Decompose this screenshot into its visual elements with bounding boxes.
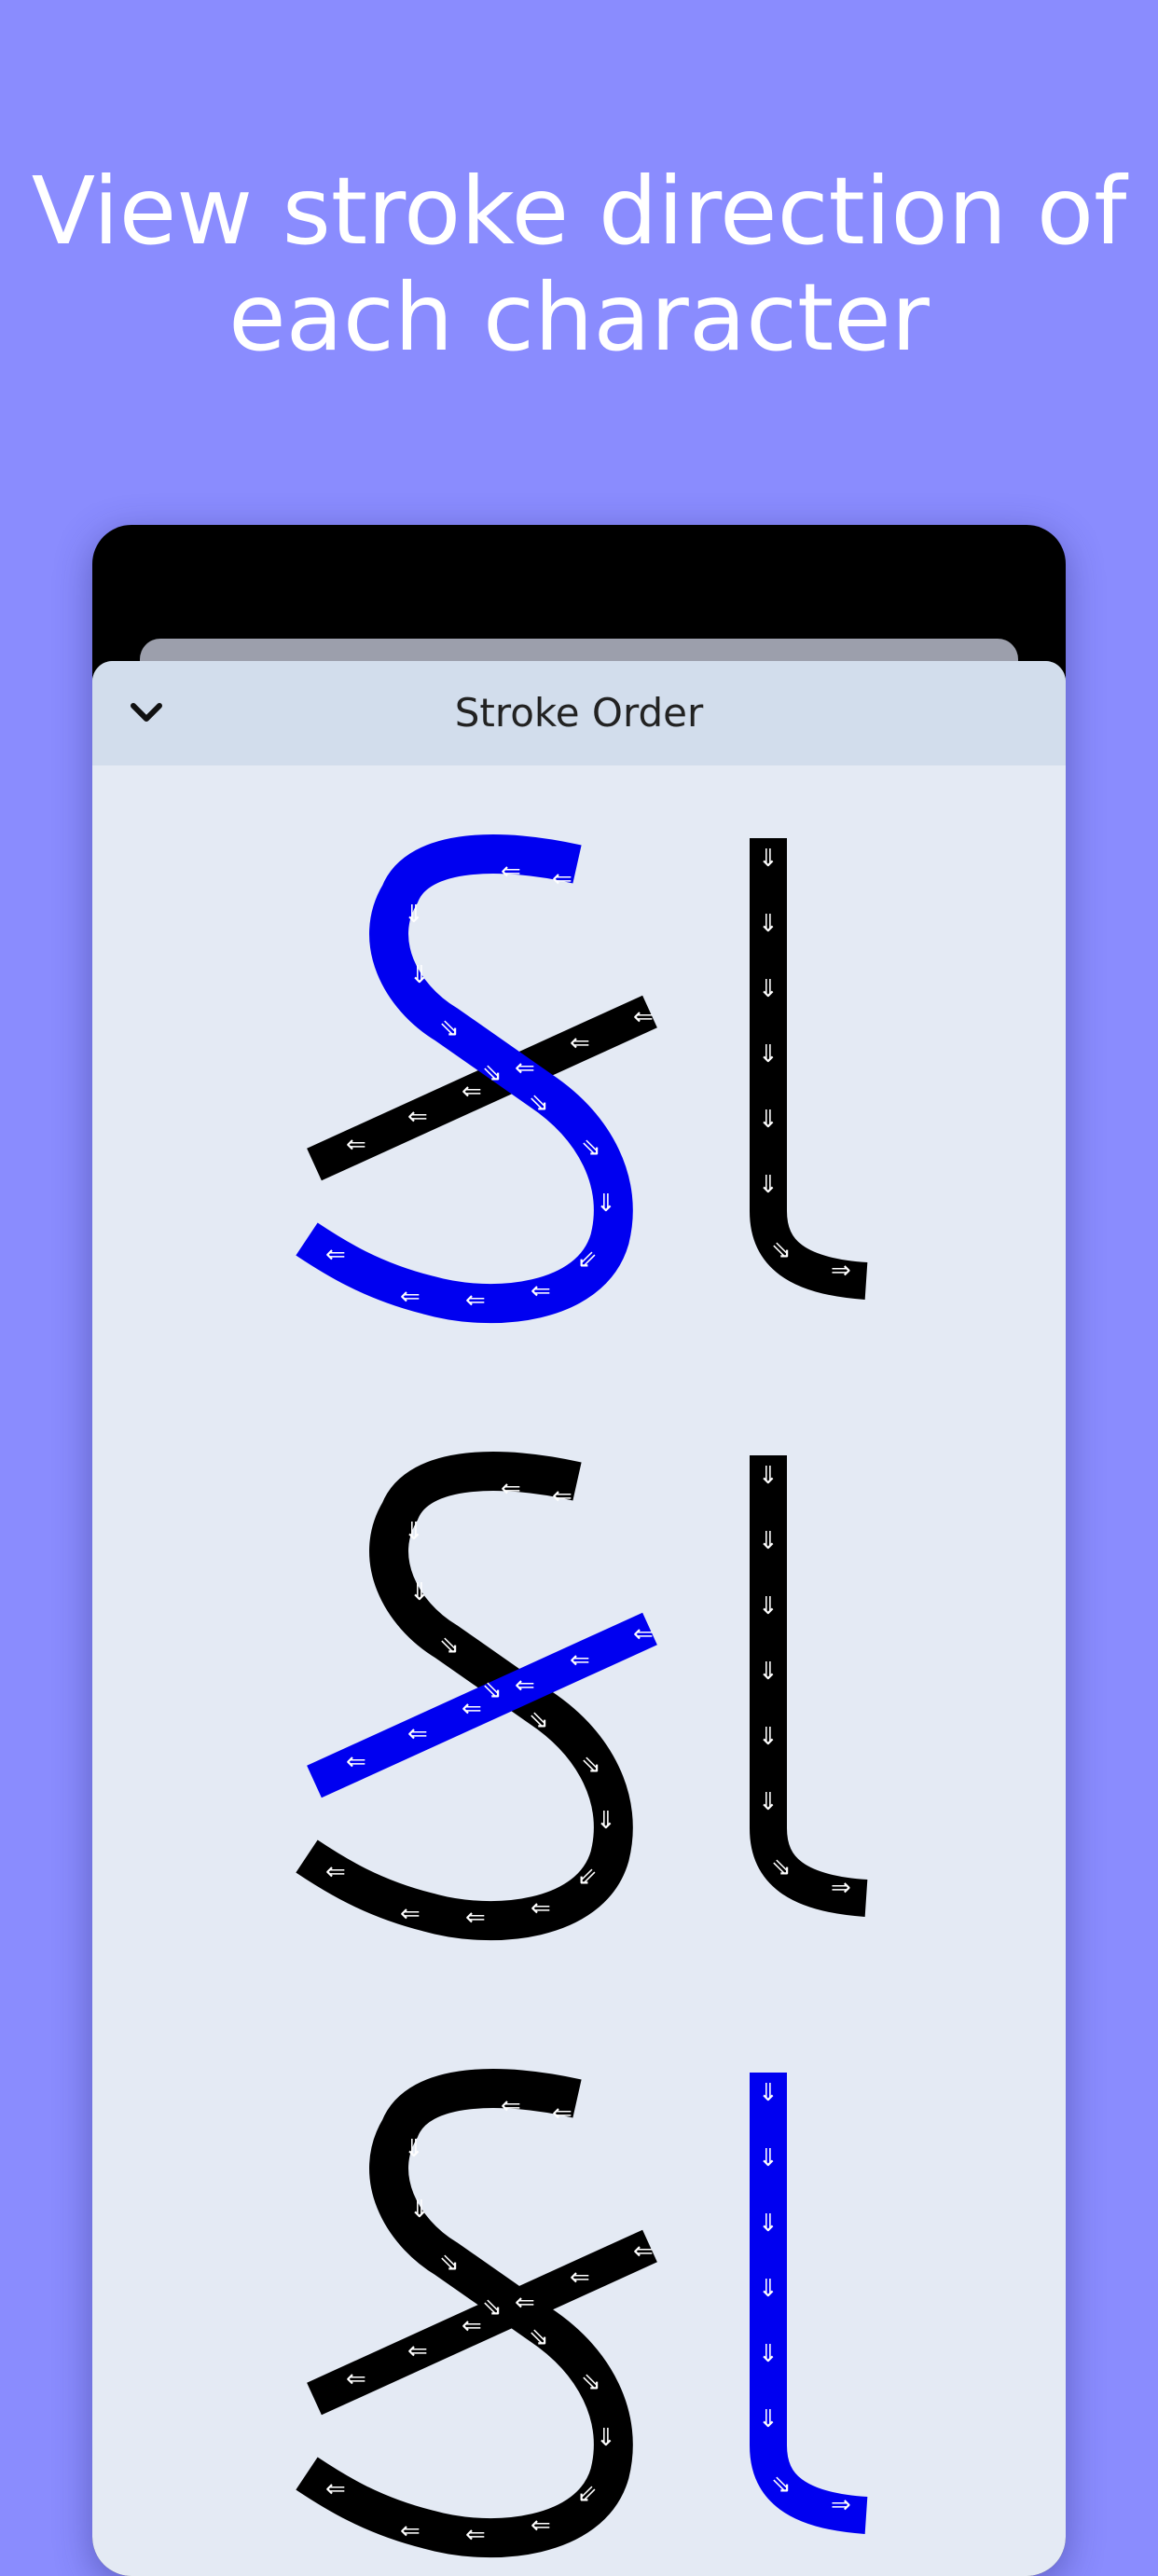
direction-arrow: ⇐ <box>552 2100 572 2128</box>
direction-arrow: ⇓ <box>596 1190 616 1218</box>
direction-arrow: ⇐ <box>400 1283 420 1311</box>
direction-arrow: ⇓ <box>404 2135 424 2163</box>
direction-arrow: ⇐ <box>633 1620 654 1648</box>
stroke-3 <box>750 2073 868 2534</box>
direction-arrow: ⇓ <box>758 1171 779 1199</box>
direction-arrow: ⇐ <box>531 1894 551 1922</box>
direction-arrow: ⇘ <box>581 1751 601 1779</box>
direction-arrow: ⇘ <box>581 2368 601 2396</box>
direction-arrow: ⇘ <box>529 1706 549 1734</box>
direction-arrow: ⇐ <box>531 2512 551 2540</box>
direction-arrow: ⇐ <box>515 2289 535 2317</box>
direction-arrow: ⇓ <box>758 2275 779 2303</box>
direction-arrow: ⇐ <box>465 2521 486 2549</box>
direction-arrow: ⇓ <box>758 975 779 1003</box>
direction-arrow: ⇐ <box>501 1475 521 1503</box>
direction-arrow: ⇐ <box>570 1029 590 1057</box>
direction-arrow: ⇘ <box>771 2471 792 2499</box>
direction-arrow: ⇐ <box>407 2337 428 2365</box>
direction-arrow: ⇐ <box>346 1131 366 1159</box>
direction-arrow: ⇐ <box>325 1858 346 1886</box>
direction-arrow: ⇐ <box>633 1003 654 1031</box>
direction-arrow: ⇐ <box>465 1904 486 1932</box>
direction-arrow: ⇒ <box>831 1257 851 1285</box>
direction-arrow: ⇓ <box>758 1527 779 1555</box>
direction-arrow: ⇐ <box>325 1241 346 1269</box>
stroke-frame-2: ⇐ ⇐ ⇓ ⇓ ⇘ ⇐ ⇐ ⇐ ⇐ ⇐ ⇐ ⇘ ⇘ ⇘ ⇓ ⇙ ⇐ ⇐ ⇐ ⇐ ⇓ ⇓ ⇓ ⇓ ⇓ ⇓ ⇘ ⇒ <box>296 1452 868 1941</box>
stroke-frame-1: ⇐ ⇐ ⇓ ⇓ ⇘ ⇐ ⇐ ⇐ ⇐ ⇐ ⇐ ⇘ ⇘ ⇘ ⇓ ⇙ ⇐ ⇐ ⇐ ⇐ ⇓ ⇓ ⇓ ⇓ ⇓ ⇓ ⇘ ⇒ <box>296 834 868 1324</box>
direction-arrow: ⇓ <box>409 961 430 989</box>
direction-arrow: ⇓ <box>758 1040 779 1068</box>
stroke-frame-3: ⇐ ⇐ ⇓ ⇓ ⇘ ⇐ ⇐ ⇐ ⇐ ⇐ ⇐ ⇘ ⇘ ⇘ ⇓ ⇙ ⇐ ⇐ ⇐ ⇐ ⇓ ⇓ ⇓ ⇓ ⇓ ⇓ ⇘ ⇒ <box>296 2069 868 2558</box>
direction-arrow: ⇐ <box>407 1103 428 1131</box>
direction-arrow: ⇐ <box>531 1277 551 1305</box>
direction-arrow: ⇓ <box>404 901 424 929</box>
direction-arrow: ⇐ <box>325 2475 346 2503</box>
direction-arrow: ⇐ <box>552 865 572 893</box>
direction-arrow: ⇘ <box>482 1676 503 1704</box>
direction-arrow: ⇓ <box>596 2424 616 2452</box>
direction-arrow: ⇓ <box>758 2210 779 2238</box>
direction-arrow: ⇘ <box>771 1236 792 1264</box>
stroke-3 <box>750 838 868 1300</box>
direction-arrow: ⇐ <box>407 1720 428 1748</box>
headline-line-2: each character <box>228 263 930 372</box>
direction-arrow: ⇐ <box>501 858 521 886</box>
device-frame: Stroke Order ⇐ ⇐ ⇓ ⇓ ⇘ ⇐ ⇐ ⇐ ⇐ ⇐ ⇐ ⇘ ⇘ ⇘… <box>92 525 1066 2576</box>
direction-arrow: ⇐ <box>462 2312 482 2340</box>
direction-arrow: ⇓ <box>758 2079 779 2107</box>
direction-arrow: ⇓ <box>758 2405 779 2433</box>
direction-arrow: ⇓ <box>758 2340 779 2368</box>
direction-arrow: ⇐ <box>515 1054 535 1082</box>
direction-arrow: ⇐ <box>346 1748 366 1776</box>
headline: View stroke direction of each character <box>0 158 1158 371</box>
direction-arrow: ⇐ <box>552 1482 572 1510</box>
stroke-frames: ⇐ ⇐ ⇓ ⇓ ⇘ ⇐ ⇐ ⇐ ⇐ ⇐ ⇐ ⇘ ⇘ ⇘ ⇓ ⇙ ⇐ ⇐ ⇐ ⇐ ⇓ ⇓ ⇓ ⇓ ⇓ ⇓ ⇘ ⇒ <box>296 834 868 2558</box>
direction-arrow: ⇐ <box>501 2092 521 2120</box>
direction-arrow: ⇐ <box>346 2365 366 2393</box>
direction-arrow: ⇐ <box>633 2238 654 2266</box>
stroke-order-sheet: Stroke Order ⇐ ⇐ ⇓ ⇓ ⇘ ⇐ ⇐ ⇐ ⇐ ⇐ ⇐ ⇘ ⇘ ⇘… <box>92 661 1066 2576</box>
direction-arrow: ⇓ <box>758 910 779 938</box>
direction-arrow: ⇓ <box>758 1592 779 1620</box>
direction-arrow: ⇙ <box>577 2480 598 2508</box>
direction-arrow: ⇓ <box>758 1723 779 1751</box>
direction-arrow: ⇐ <box>462 1078 482 1106</box>
headline-line-1: View stroke direction of <box>31 157 1127 266</box>
direction-arrow: ⇘ <box>439 1632 460 1660</box>
direction-arrow: ⇘ <box>439 1014 460 1042</box>
direction-arrow: ⇐ <box>570 2264 590 2292</box>
direction-arrow: ⇘ <box>482 2294 503 2321</box>
direction-arrow: ⇘ <box>439 2249 460 2277</box>
direction-arrow: ⇙ <box>577 1246 598 1274</box>
direction-arrow: ⇙ <box>577 1863 598 1891</box>
direction-arrow: ⇓ <box>758 1106 779 1134</box>
direction-arrow: ⇓ <box>409 1578 430 1606</box>
direction-arrow: ⇓ <box>404 1518 424 1546</box>
direction-arrow: ⇒ <box>831 2491 851 2519</box>
direction-arrow: ⇘ <box>529 2323 549 2351</box>
direction-arrow: ⇐ <box>400 1900 420 1928</box>
direction-arrow: ⇐ <box>465 1287 486 1315</box>
direction-arrow: ⇓ <box>758 845 779 873</box>
direction-arrow: ⇘ <box>581 1134 601 1162</box>
stroke-3 <box>750 1455 868 1917</box>
direction-arrow: ⇐ <box>570 1646 590 1674</box>
direction-arrow: ⇓ <box>758 2144 779 2172</box>
direction-arrow: ⇓ <box>409 2196 430 2224</box>
direction-arrow: ⇐ <box>462 1695 482 1723</box>
direction-arrow: ⇒ <box>831 1874 851 1902</box>
direction-arrow: ⇐ <box>400 2517 420 2545</box>
sheet-title: Stroke Order <box>454 690 704 736</box>
direction-arrow: ⇓ <box>758 1462 779 1490</box>
direction-arrow: ⇐ <box>515 1672 535 1700</box>
sheet-header: Stroke Order <box>92 661 1066 765</box>
direction-arrow: ⇓ <box>758 1788 779 1816</box>
direction-arrow: ⇓ <box>758 1658 779 1686</box>
direction-arrow: ⇘ <box>771 1853 792 1881</box>
direction-arrow: ⇘ <box>482 1059 503 1087</box>
direction-arrow: ⇓ <box>596 1807 616 1835</box>
direction-arrow: ⇘ <box>529 1089 549 1117</box>
